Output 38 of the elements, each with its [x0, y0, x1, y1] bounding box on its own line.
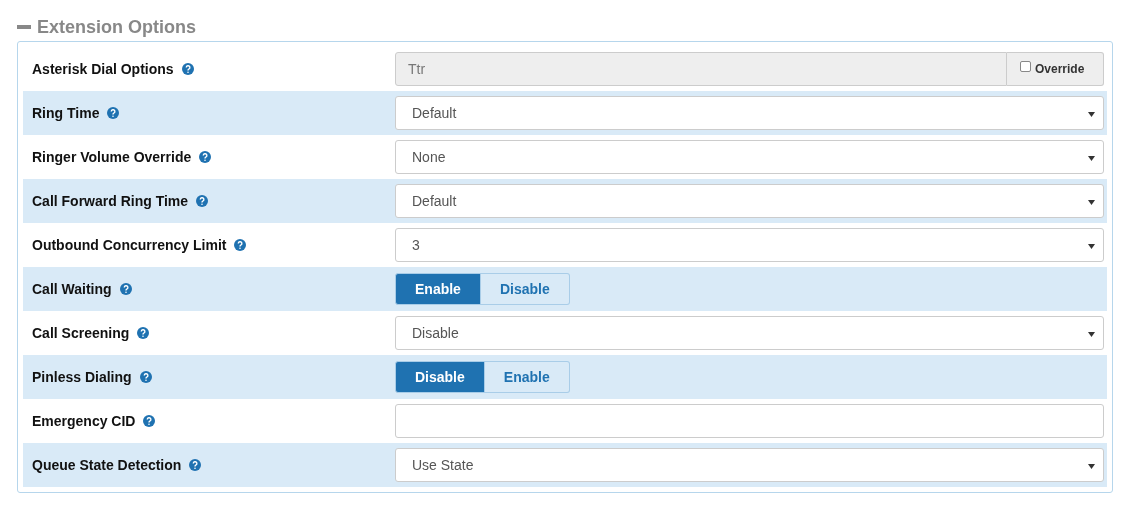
- help-icon[interactable]: [143, 415, 156, 427]
- select-field[interactable]: Use State: [395, 448, 1104, 482]
- field-label: Call Waiting: [32, 279, 112, 299]
- toggle-button[interactable]: Enable: [484, 361, 570, 393]
- help-icon[interactable]: [181, 63, 194, 75]
- field-label: Call Screening: [32, 323, 130, 343]
- caret-icon: [1088, 156, 1095, 161]
- help-icon[interactable]: [234, 239, 247, 251]
- field-label: Call Forward Ring Time: [32, 191, 189, 211]
- select-field[interactable]: Default: [395, 96, 1104, 130]
- select-field[interactable]: 3: [395, 228, 1104, 262]
- select-field[interactable]: None: [395, 140, 1104, 174]
- help-icon[interactable]: [119, 283, 132, 295]
- toggle-button[interactable]: Disable: [480, 273, 570, 305]
- toggle-button[interactable]: Disable: [395, 361, 485, 393]
- help-icon[interactable]: [196, 195, 209, 207]
- field-label: Pinless Dialing: [32, 367, 132, 387]
- field-label: Outbound Concurrency Limit: [32, 235, 227, 255]
- field-label: Queue State Detection: [32, 455, 182, 475]
- toggle-button[interactable]: Enable: [395, 273, 481, 305]
- caret-icon: [1088, 244, 1095, 249]
- caret-icon: [1088, 112, 1095, 117]
- select-field[interactable]: Disable: [395, 316, 1104, 350]
- help-icon[interactable]: [139, 371, 152, 383]
- help-icon[interactable]: [137, 327, 150, 339]
- field-label: Emergency CID: [32, 411, 136, 431]
- field-label: Ring Time: [32, 103, 100, 123]
- help-icon[interactable]: [199, 151, 212, 163]
- help-icon[interactable]: [189, 459, 202, 471]
- caret-icon: [1088, 200, 1095, 205]
- field-label: Asterisk Dial Options: [32, 59, 174, 79]
- section-title: Extension Options: [37, 15, 196, 39]
- caret-icon: [1088, 332, 1095, 337]
- select-field[interactable]: Default: [395, 184, 1104, 218]
- caret-icon: [1088, 464, 1095, 469]
- help-icon[interactable]: [107, 107, 120, 119]
- input-field[interactable]: [395, 404, 1104, 438]
- field-label: Ringer Volume Override: [32, 147, 192, 167]
